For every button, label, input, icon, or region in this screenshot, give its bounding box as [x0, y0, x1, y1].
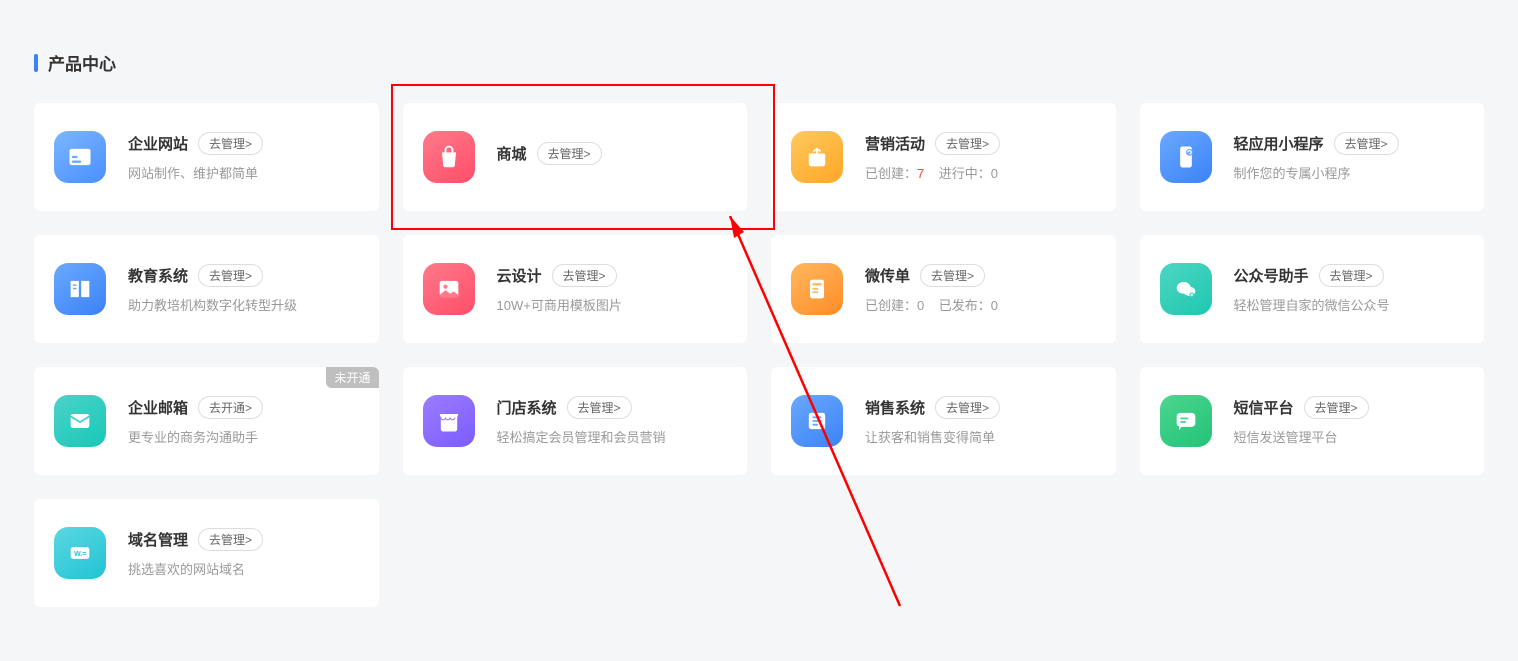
- card-email[interactable]: 未开通 企业邮箱 去开通> 更专业的商务沟通助手: [34, 367, 379, 475]
- card-subtitle: 已创建：0 已发布：0: [865, 295, 1096, 314]
- published-label: 已发布：: [939, 298, 991, 313]
- email-icon: [54, 395, 106, 447]
- mall-icon: [423, 131, 475, 183]
- card-website[interactable]: 企业网站 去管理> 网站制作、维护都简单: [34, 103, 379, 211]
- sales-icon: [791, 395, 843, 447]
- card-subtitle: 轻松管理自家的微信公众号: [1234, 295, 1465, 314]
- store-icon: [423, 395, 475, 447]
- card-sales[interactable]: 销售系统 去管理> 让获客和销售变得简单: [771, 367, 1116, 475]
- domain-icon: W.=: [54, 527, 106, 579]
- card-subtitle: 更专业的商务沟通助手: [128, 427, 359, 446]
- education-icon: [54, 263, 106, 315]
- card-store[interactable]: 门店系统 去管理> 轻松搞定会员管理和会员营销: [403, 367, 748, 475]
- title-bar: [34, 54, 38, 72]
- card-flyer[interactable]: 微传单 去管理> 已创建：0 已发布：0: [771, 235, 1116, 343]
- card-title: 企业网站: [128, 133, 188, 154]
- card-subtitle: 让获客和销售变得简单: [865, 427, 1096, 446]
- card-sms[interactable]: 短信平台 去管理> 短信发送管理平台: [1140, 367, 1485, 475]
- manage-button[interactable]: 去管理>: [537, 142, 602, 165]
- card-title: 云设计: [497, 265, 542, 286]
- running-label: 进行中：: [939, 166, 991, 181]
- card-subtitle: 已创建：7 进行中：0: [865, 163, 1096, 182]
- card-title: 公众号助手: [1234, 265, 1309, 286]
- manage-button[interactable]: 去管理>: [552, 264, 617, 287]
- website-icon: [54, 131, 106, 183]
- running-value: 0: [991, 166, 998, 181]
- miniapp-icon: [1160, 131, 1212, 183]
- card-subtitle: 10W+可商用模板图片: [497, 295, 728, 314]
- product-grid: 企业网站 去管理> 网站制作、维护都简单 商城 去管理>: [34, 103, 1484, 607]
- svg-text:W.=: W.=: [74, 551, 86, 558]
- card-title: 轻应用小程序: [1234, 133, 1324, 154]
- card-subtitle: 短信发送管理平台: [1234, 427, 1465, 446]
- manage-button[interactable]: 去管理>: [920, 264, 985, 287]
- section-title: 产品中心: [34, 50, 1484, 75]
- card-title: 销售系统: [865, 397, 925, 418]
- created-value: 7: [917, 166, 924, 181]
- card-subtitle: 挑选喜欢的网站域名: [128, 559, 359, 578]
- card-title: 企业邮箱: [128, 397, 188, 418]
- card-title: 门店系统: [497, 397, 557, 418]
- manage-button[interactable]: 去管理>: [198, 528, 263, 551]
- card-subtitle: 助力教培机构数字化转型升级: [128, 295, 359, 314]
- card-title: 营销活动: [865, 133, 925, 154]
- manage-button[interactable]: 去管理>: [1304, 396, 1369, 419]
- card-title: 教育系统: [128, 265, 188, 286]
- wechat-icon: [1160, 263, 1212, 315]
- published-value: 0: [991, 298, 998, 313]
- manage-button[interactable]: 去管理>: [198, 132, 263, 155]
- created-value: 0: [917, 298, 924, 313]
- design-icon: [423, 263, 475, 315]
- marketing-icon: [791, 131, 843, 183]
- card-mall[interactable]: 商城 去管理>: [403, 103, 748, 211]
- not-activated-badge: 未开通: [326, 367, 378, 388]
- manage-button[interactable]: 去管理>: [935, 396, 1000, 419]
- card-title: 商城: [497, 143, 527, 164]
- card-education[interactable]: 教育系统 去管理> 助力教培机构数字化转型升级: [34, 235, 379, 343]
- card-subtitle: 轻松搞定会员管理和会员营销: [497, 427, 728, 446]
- card-wechat[interactable]: 公众号助手 去管理> 轻松管理自家的微信公众号: [1140, 235, 1485, 343]
- card-miniapp[interactable]: 轻应用小程序 去管理> 制作您的专属小程序: [1140, 103, 1485, 211]
- created-label: 已创建：: [865, 166, 917, 181]
- card-marketing[interactable]: 营销活动 去管理> 已创建：7 进行中：0: [771, 103, 1116, 211]
- manage-button[interactable]: 去管理>: [1334, 132, 1399, 155]
- card-title: 短信平台: [1234, 397, 1294, 418]
- card-title: 微传单: [865, 265, 910, 286]
- manage-button[interactable]: 去管理>: [198, 264, 263, 287]
- activate-button[interactable]: 去开通>: [198, 396, 263, 419]
- created-label: 已创建：: [865, 298, 917, 313]
- manage-button[interactable]: 去管理>: [935, 132, 1000, 155]
- card-design[interactable]: 云设计 去管理> 10W+可商用模板图片: [403, 235, 748, 343]
- card-subtitle: 网站制作、维护都简单: [128, 163, 359, 182]
- sms-icon: [1160, 395, 1212, 447]
- manage-button[interactable]: 去管理>: [567, 396, 632, 419]
- manage-button[interactable]: 去管理>: [1319, 264, 1384, 287]
- card-title: 域名管理: [128, 529, 188, 550]
- card-subtitle: 制作您的专属小程序: [1234, 163, 1465, 182]
- section-title-text: 产品中心: [48, 50, 116, 75]
- card-domain[interactable]: W.= 域名管理 去管理> 挑选喜欢的网站域名: [34, 499, 379, 607]
- flyer-icon: [791, 263, 843, 315]
